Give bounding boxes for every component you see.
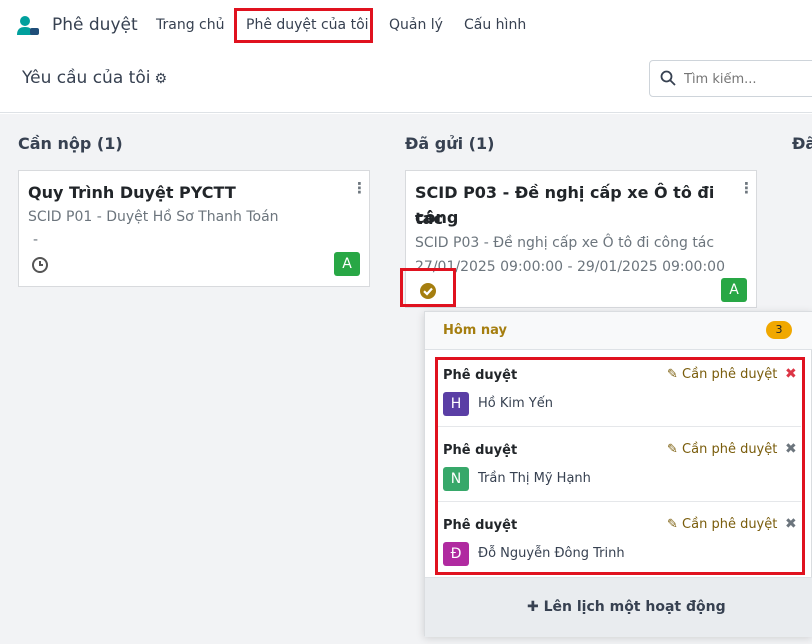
nav-home[interactable]: Trang chủ [156,17,224,33]
search-box[interactable] [649,60,812,97]
card-subtitle: SCID P01 - Duyệt Hồ Sơ Thanh Toán [28,209,279,225]
app-name[interactable]: Phê duyệt [52,15,138,35]
annotation-highlight-nav [234,8,373,43]
avatar[interactable]: A [721,278,747,302]
card-title-line1: SCID P03 - Đề nghị cấp xe Ô tô đi công [415,183,715,227]
popover-footer: ✚ Lên lịch một hoạt động [425,577,812,637]
popover-header: Hôm nay 3 [425,312,812,350]
app-logo-icon[interactable] [16,14,40,38]
breadcrumb: Yêu cầu của tôi ⚙ [22,68,167,88]
card-title-line2: tác [415,209,443,228]
annotation-highlight-activity-icon [400,268,456,307]
card-menu-icon[interactable]: ⋮ [352,179,367,197]
nav-manage[interactable]: Quản lý [389,17,443,33]
plus-icon: ✚ [527,599,539,615]
page-title: Yêu cầu của tôi [22,68,151,88]
search-icon [660,70,676,86]
column-title-to-submit[interactable]: Cần nộp (1) [18,134,123,153]
column-title-third[interactable]: Đã [792,134,812,153]
kanban-card[interactable]: SCID P03 - Đề nghị cấp xe Ô tô đi công t… [405,170,757,308]
card-menu-icon[interactable]: ⋮ [739,179,754,197]
kanban-card[interactable]: Quy Trình Duyệt PYCTT ⋮ SCID P01 - Duyệt… [18,170,370,287]
column-title-sent[interactable]: Đã gửi (1) [405,134,494,153]
card-extra: - [33,232,39,248]
nav-config[interactable]: Cấu hình [464,17,526,33]
top-navbar: Phê duyệt Trang chủ Phê duyệt của tôi Qu… [0,0,812,52]
annotation-highlight-activities [435,357,805,575]
control-panel: Yêu cầu của tôi ⚙ [0,52,812,113]
gear-icon[interactable]: ⚙ [154,71,167,87]
popover-header-label: Hôm nay [443,323,507,338]
card-subtitle: SCID P03 - Đề nghị cấp xe Ô tô đi công t… [415,235,715,251]
clock-icon[interactable] [31,256,49,274]
search-input[interactable] [684,67,812,91]
card-dates: 27/01/2025 09:00:00 - 29/01/2025 09:00:0… [415,259,725,275]
card-title: Quy Trình Duyệt PYCTT [28,183,236,202]
avatar[interactable]: A [334,252,360,276]
schedule-activity-button[interactable]: ✚ Lên lịch một hoạt động [527,599,726,615]
schedule-activity-label: Lên lịch một hoạt động [543,599,726,615]
activity-count-badge: 3 [766,321,792,339]
activity-popover: Hôm nay 3 Phê duyệt ✎ Cần phê duyệt ✖ H … [424,311,812,637]
